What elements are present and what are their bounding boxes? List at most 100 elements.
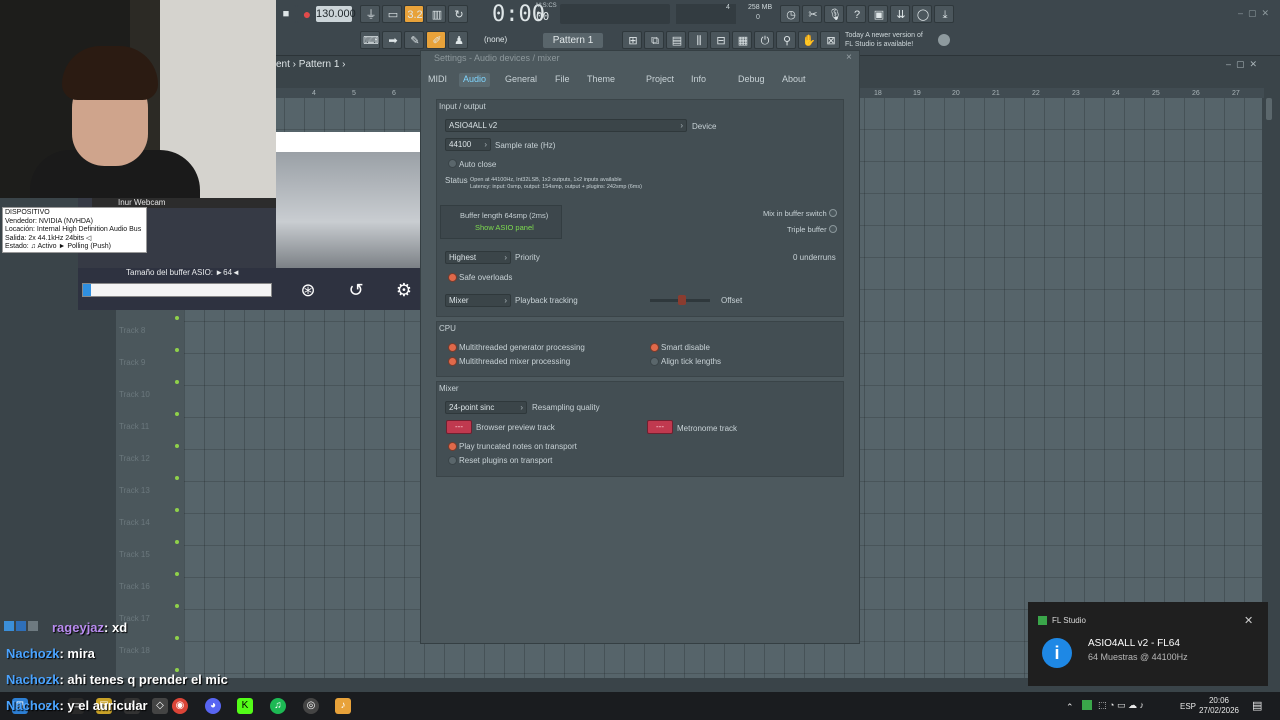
resampling-dropdown[interactable]: 24-point sinc › xyxy=(445,401,527,414)
channel-rack-button[interactable]: ⧉ xyxy=(644,31,664,49)
track-mute-led[interactable] xyxy=(175,636,179,640)
asio-reset-button[interactable]: ↺ xyxy=(345,279,367,301)
fl-studio-taskbar-icon[interactable]: ♪ xyxy=(335,698,351,714)
toast-close-button[interactable]: ✕ xyxy=(1244,614,1253,627)
device-dropdown[interactable]: ASIO4ALL v2 › xyxy=(445,119,687,132)
language-indicator[interactable]: ESP xyxy=(1180,702,1196,711)
track-mute-led[interactable] xyxy=(175,508,179,512)
store-button[interactable]: ⊠ xyxy=(820,31,840,49)
notification-center-icon[interactable]: ▤ xyxy=(1252,699,1262,712)
metronome-button[interactable]: ⏚ xyxy=(360,5,380,23)
tab-debug[interactable]: Debug xyxy=(734,73,769,87)
priority-dropdown[interactable]: Highest › xyxy=(445,251,511,264)
draw-button[interactable]: ✎ xyxy=(404,31,424,49)
chat-button[interactable]: ◯ xyxy=(912,5,932,23)
track-mute-led[interactable] xyxy=(175,604,179,608)
track-name[interactable]: Track 10 xyxy=(119,390,150,399)
tab-midi[interactable]: MIDI xyxy=(424,73,451,87)
tab-general[interactable]: General xyxy=(501,73,541,87)
mixer-view-button[interactable]: ⊞ xyxy=(622,31,642,49)
reset-plugins-toggle[interactable] xyxy=(448,456,457,465)
show-asio-panel-button[interactable]: Show ASIO panel xyxy=(475,223,534,232)
wait-input-button[interactable]: ▭ xyxy=(382,5,402,23)
tab-file[interactable]: File xyxy=(551,73,574,87)
channel-selector[interactable]: (none) xyxy=(484,35,507,44)
obs-icon[interactable]: ◎ xyxy=(303,698,319,714)
smart-disable-toggle[interactable] xyxy=(650,343,659,352)
track-name[interactable]: Track 16 xyxy=(119,582,150,591)
track-mute-led[interactable] xyxy=(175,412,179,416)
step-edit-button[interactable]: ▥ xyxy=(426,5,446,23)
kick-icon[interactable]: K xyxy=(237,698,253,714)
asio-settings-button[interactable]: ⚙ xyxy=(393,279,415,301)
download-button[interactable]: ⤓ xyxy=(934,5,954,23)
tray-chevron-icon[interactable]: ⌃ xyxy=(1066,702,1074,713)
clipboard-button[interactable]: ▦ xyxy=(732,31,752,49)
loop-record-button[interactable]: ↻ xyxy=(448,5,468,23)
help-button[interactable]: ? xyxy=(846,5,866,23)
undo-button[interactable]: ◷ xyxy=(780,5,800,23)
paint-button[interactable]: ✐ xyxy=(426,31,446,49)
browser-button[interactable]: ⊟ xyxy=(710,31,730,49)
tab-project[interactable]: Project xyxy=(642,73,678,87)
tab-theme[interactable]: Theme xyxy=(583,73,619,87)
arrow-button[interactable]: ➡ xyxy=(382,31,402,49)
multi-mix-toggle[interactable] xyxy=(448,357,457,366)
news-panel[interactable]: Today A newer version of FL Studio is av… xyxy=(845,31,935,49)
playlist-scrollbar[interactable] xyxy=(1264,88,1274,678)
taskbar-clock[interactable]: 20:06 27/02/2026 xyxy=(1198,696,1240,716)
playback-tracking-dropdown[interactable]: Mixer › xyxy=(445,294,511,307)
track-mute-led[interactable] xyxy=(175,572,179,576)
safe-overloads-toggle[interactable] xyxy=(448,273,457,282)
window-controls[interactable]: – ▢ ✕ xyxy=(1238,8,1269,19)
pattern-selector[interactable]: Pattern 1 xyxy=(543,33,603,48)
auto-close-toggle[interactable] xyxy=(448,159,457,168)
globe-icon[interactable] xyxy=(938,34,950,46)
stamp-button[interactable]: ♟ xyxy=(448,31,468,49)
triple-buffer-toggle[interactable] xyxy=(829,225,837,233)
chrome-icon[interactable]: ◉ xyxy=(172,698,188,714)
render-button[interactable]: ⇊ xyxy=(890,5,910,23)
track-mute-led[interactable] xyxy=(175,476,179,480)
track-name[interactable]: Track 12 xyxy=(119,454,150,463)
track-mute-led[interactable] xyxy=(175,316,179,320)
discord-icon[interactable]: ◕ xyxy=(205,698,221,714)
tab-audio[interactable]: Audio xyxy=(459,73,491,87)
project-button[interactable]: ⚲ xyxy=(776,31,796,49)
track-name[interactable]: Track 18 xyxy=(119,646,150,655)
metronome-track-button[interactable]: --- xyxy=(647,420,673,434)
tempo-display[interactable]: 130.000 xyxy=(316,6,356,22)
track-mute-led[interactable] xyxy=(175,444,179,448)
playlist-window-controls[interactable]: – ▢ ✕ xyxy=(1226,59,1257,70)
save-button[interactable]: ▣ xyxy=(868,5,888,23)
playlist-scroll-thumb[interactable] xyxy=(1266,98,1272,120)
asio-buffer-slider[interactable] xyxy=(82,283,272,297)
record-button[interactable]: ● xyxy=(297,5,317,23)
pattern-mode-button[interactable]: 3.2 xyxy=(404,5,424,23)
stop-button[interactable]: ■ xyxy=(276,5,296,23)
spotify-icon[interactable]: ♫ xyxy=(270,698,286,714)
align-tick-toggle[interactable] xyxy=(650,357,659,366)
app-icon[interactable]: ◇ xyxy=(152,698,168,714)
track-name[interactable]: Track 13 xyxy=(119,486,150,495)
playlist-button[interactable]: ▤ xyxy=(666,31,686,49)
mixer-button[interactable]: ⫼ xyxy=(688,31,708,49)
sample-rate-dropdown[interactable]: 44100 › xyxy=(445,138,491,151)
asio-help-button[interactable]: ⊛ xyxy=(297,279,319,301)
tray-app-icon[interactable] xyxy=(1082,700,1092,710)
tab-info[interactable]: Info xyxy=(687,73,710,87)
plugin-button[interactable]: ⏻ xyxy=(754,31,774,49)
track-name[interactable]: Track 9 xyxy=(119,358,145,367)
offset-slider-knob[interactable] xyxy=(678,295,686,305)
mix-in-buffer-toggle[interactable] xyxy=(829,209,837,217)
track-name[interactable]: Track 8 xyxy=(119,326,145,335)
play-truncated-toggle[interactable] xyxy=(448,442,457,451)
tab-about[interactable]: About xyxy=(778,73,810,87)
mic-button[interactable]: 🎙 xyxy=(824,5,844,23)
track-mute-led[interactable] xyxy=(175,348,179,352)
settings-close-button[interactable]: × xyxy=(846,52,852,63)
track-name[interactable]: Track 14 xyxy=(119,518,150,527)
tools-button[interactable]: ✂ xyxy=(802,5,822,23)
track-mute-led[interactable] xyxy=(175,540,179,544)
tray-icons[interactable]: ⬚ ◔ ▭ ☁ ♪ xyxy=(1098,700,1144,711)
